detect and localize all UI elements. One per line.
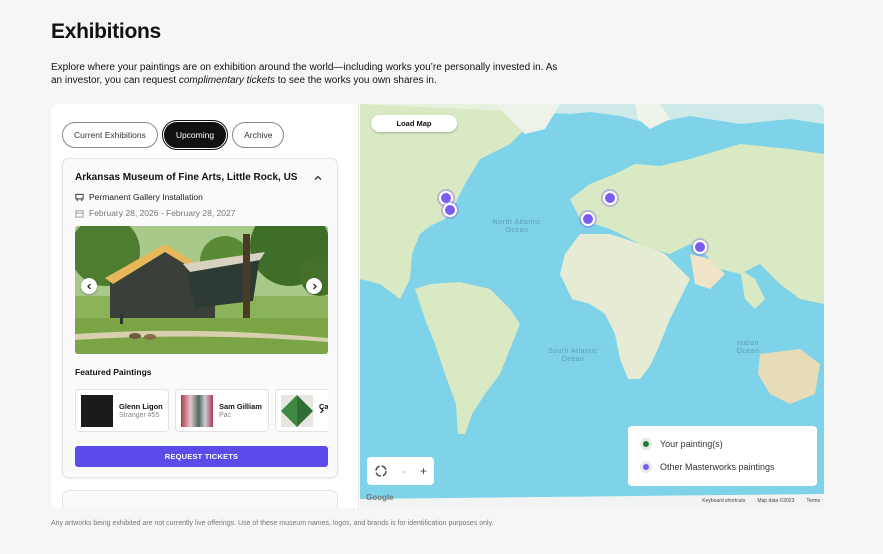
zoom-in-button[interactable]: +	[420, 464, 427, 478]
paintings-scroll-right-button[interactable]	[314, 403, 328, 417]
exhibition-dates: February 28, 2026 - February 28, 2027	[75, 208, 235, 218]
painting-thumbnail	[81, 395, 113, 427]
exhibition-title: Arkansas Museum of Fine Arts, Little Roc…	[75, 172, 298, 183]
featured-paintings-list: Glenn Ligon Stranger #55 Sam Gilliam Pac…	[75, 389, 328, 432]
map-marker[interactable]	[693, 240, 707, 254]
map-recenter-icon[interactable]	[374, 464, 388, 478]
legend-other-paintings: Other Masterworks paintings	[640, 461, 775, 473]
tab-archive[interactable]: Archive	[232, 122, 285, 148]
exhibition-card-collapsed[interactable]	[62, 490, 338, 508]
painting-thumbnail	[281, 395, 313, 427]
chevron-up-icon[interactable]	[313, 173, 323, 183]
legend-your-paintings: Your painting(s)	[640, 438, 723, 450]
map-data-text: Map data ©2023	[757, 498, 795, 504]
exhibitions-panel: Current Exhibitions Upcoming Archive Ark…	[51, 104, 824, 508]
painting-title: Pac	[219, 412, 232, 419]
exhibition-card: Arkansas Museum of Fine Arts, Little Roc…	[62, 158, 338, 478]
tab-upcoming[interactable]: Upcoming	[161, 119, 229, 151]
map-marker[interactable]	[581, 212, 595, 226]
ocean-label-indian: Indian Ocean	[736, 340, 760, 355]
photo-next-button[interactable]	[306, 278, 322, 294]
painting-thumbnail	[181, 395, 213, 427]
map-attribution: Keyboard shortcuts Map data ©2023 Terms	[702, 498, 820, 504]
map-marker[interactable]	[603, 191, 617, 205]
painting-artist: Glenn Ligon	[119, 402, 163, 411]
google-logo: Google	[366, 493, 394, 502]
map-legend: Your painting(s) Other Masterworks paint…	[628, 426, 817, 486]
intro-text: Explore where your paintings are on exhi…	[51, 62, 558, 86]
exhibition-type: Permanent Gallery Installation	[75, 192, 203, 202]
zoom-out-button[interactable]: -	[402, 464, 406, 478]
legend-dot-green	[640, 438, 652, 450]
painting-title: Stranger #55	[119, 412, 160, 419]
tab-current-exhibitions[interactable]: Current Exhibitions	[62, 122, 158, 148]
chevron-left-icon	[86, 283, 91, 289]
museum-photo	[75, 226, 328, 354]
featured-paintings-heading: Featured Paintings	[75, 367, 152, 377]
chevron-right-icon	[312, 283, 317, 289]
museum-icon	[75, 193, 84, 201]
painting-artist: Sam Gilliam	[219, 402, 262, 411]
map-marker[interactable]	[443, 203, 457, 217]
exhibition-list: Current Exhibitions Upcoming Archive Ark…	[51, 104, 359, 508]
disclaimer: Any artworks being exhibited are not cur…	[51, 520, 494, 527]
calendar-icon	[75, 209, 84, 218]
exhibition-tabs: Current Exhibitions Upcoming Archive	[62, 119, 285, 151]
chevron-right-icon	[319, 407, 324, 413]
page-title: Exhibitions	[51, 20, 161, 43]
keyboard-shortcuts-link[interactable]: Keyboard shortcuts	[702, 498, 745, 504]
painting-card[interactable]: Sam Gilliam Pac	[175, 389, 269, 432]
map-zoom-controls: - +	[367, 457, 434, 485]
request-tickets-button[interactable]: REQUEST TICKETS	[75, 446, 328, 467]
photo-prev-button[interactable]	[81, 278, 97, 294]
ocean-label-north-atlantic: North Atlantic Ocean	[492, 219, 542, 234]
legend-dot-purple	[640, 461, 652, 473]
intro-emphasis: complimentary tickets	[178, 75, 275, 86]
painting-card[interactable]: Glenn Ligon Stranger #55	[75, 389, 169, 432]
terms-link[interactable]: Terms	[806, 498, 820, 504]
ocean-label-south-atlantic: South Atlantic Ocean	[548, 348, 598, 363]
exhibition-map[interactable]: Load Map North Atlantic Ocean South Atla…	[360, 104, 824, 508]
load-map-button[interactable]: Load Map	[371, 115, 457, 132]
